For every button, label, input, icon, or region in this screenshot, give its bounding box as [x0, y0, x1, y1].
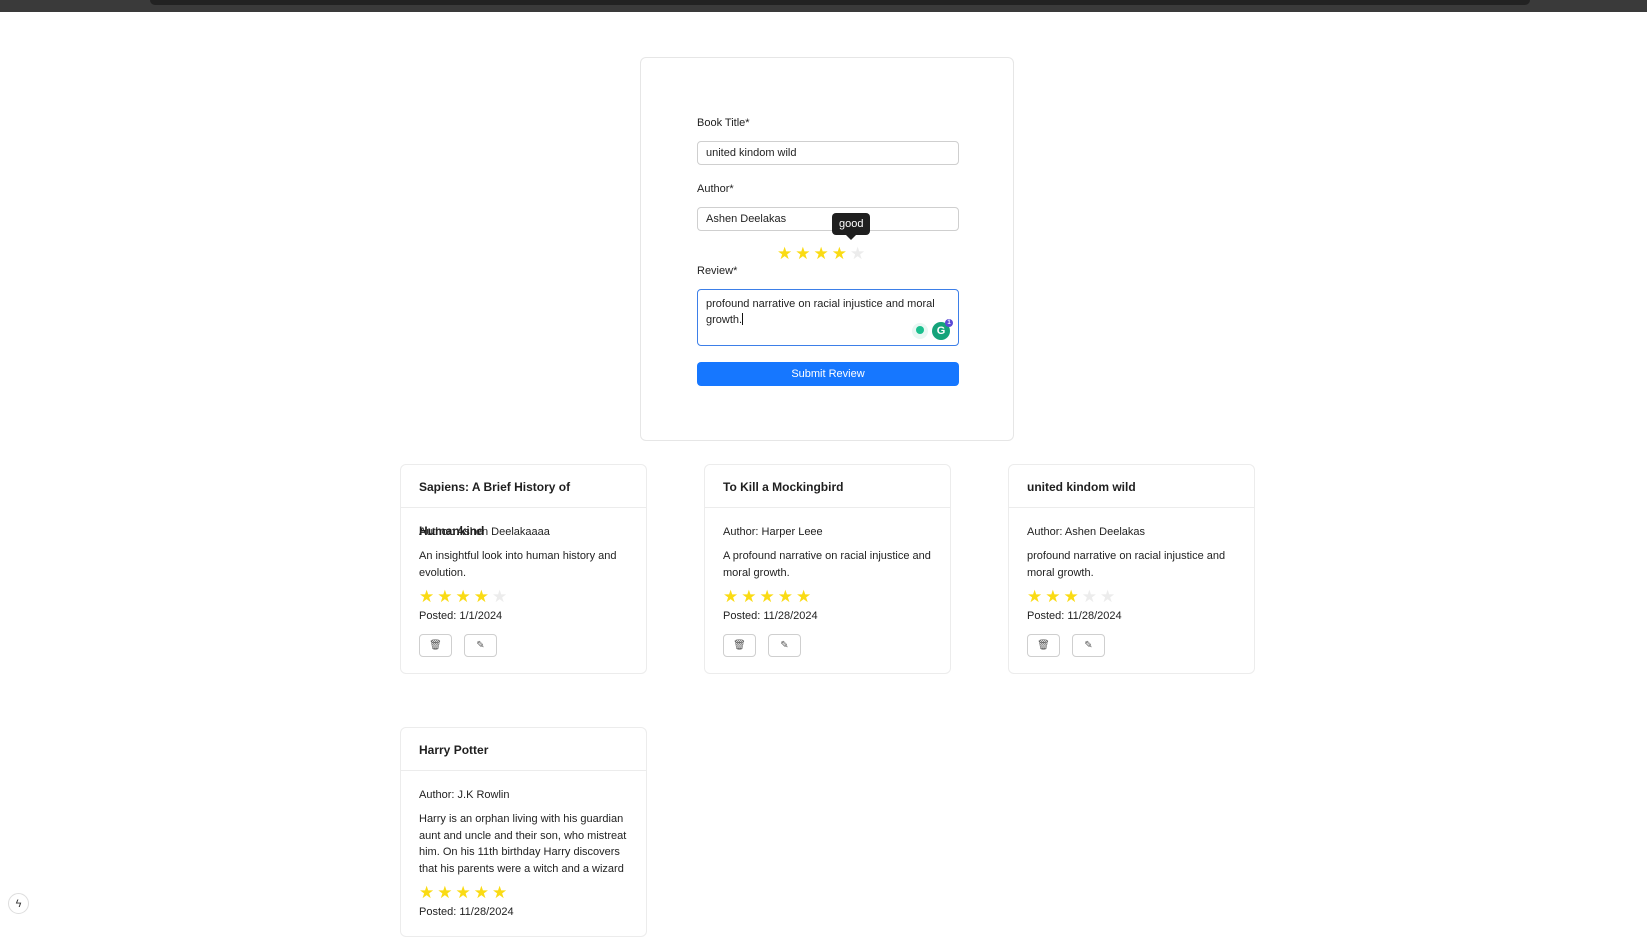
review-textarea-text: profound narrative on racial injustice a…	[706, 298, 935, 326]
star-icon: ★	[473, 587, 489, 606]
review-card-title: united kindom wild	[1009, 465, 1254, 508]
review-card-author: Author: Harper Leee	[723, 526, 823, 538]
star-icon: ★	[796, 587, 812, 606]
review-card-rating: ★ ★ ★ ★ ★	[419, 884, 628, 902]
star-icon: ★	[777, 587, 793, 606]
review-textarea[interactable]: profound narrative on racial injustice a…	[697, 289, 959, 346]
star-icon: ★	[419, 587, 435, 606]
review-card-author: Author: Ashen Deelakas	[1027, 526, 1146, 538]
star-icon: ★	[492, 587, 508, 606]
star-icon: ★	[723, 587, 739, 606]
edit-button[interactable]: ✎	[1072, 634, 1105, 657]
pencil-icon: ✎	[1084, 640, 1093, 651]
review-card-text: Harry is an orphan living with his guard…	[419, 813, 627, 875]
review-card: Harry Potter Author: J.K Rowlin Harry is…	[400, 727, 647, 937]
review-card-title: To Kill a Mockingbird	[705, 465, 950, 508]
review-card-text: A profound narrative on racial injustice…	[723, 550, 931, 579]
review-card-author: Author: J.K Rowlin	[419, 789, 510, 801]
review-card-title: Harry Potter	[401, 728, 646, 771]
trash-icon: 🗑	[733, 640, 746, 651]
star-icon: ★	[1081, 587, 1097, 606]
text-caret	[742, 313, 744, 325]
delete-button[interactable]: 🗑	[723, 634, 756, 657]
review-card-title: Sapiens: A Brief History of Humankind	[401, 465, 646, 538]
star-icon: ★	[1045, 587, 1061, 606]
grammarly-badge-icon: 1	[945, 319, 953, 327]
pencil-icon: ✎	[476, 640, 485, 651]
edit-button[interactable]: ✎	[768, 634, 801, 657]
star-icon: ★	[1027, 587, 1043, 606]
star-icon[interactable]: ★	[850, 245, 865, 263]
review-label: Review*	[697, 265, 738, 277]
star-icon: ★	[437, 587, 453, 606]
review-card-posted: Posted: 11/28/2024	[723, 610, 818, 622]
star-icon: ★	[437, 883, 453, 902]
review-card-rating: ★ ★ ★ ★ ★	[723, 588, 932, 606]
submit-review-button[interactable]: Submit Review	[697, 362, 959, 386]
star-icon[interactable]: ★	[814, 245, 829, 263]
dev-tools-logo-icon[interactable]: ϟ	[8, 893, 29, 914]
rating-tooltip: good	[832, 213, 871, 240]
star-icon: ★	[1063, 587, 1079, 606]
review-card-posted: Posted: 11/28/2024	[1027, 610, 1122, 622]
star-icon[interactable]: ★	[777, 245, 792, 263]
star-icon: ★	[455, 883, 471, 902]
book-title-label: Book Title*	[697, 117, 750, 129]
rating-input[interactable]: ★ ★ ★ ★ ★	[777, 245, 865, 263]
delete-button[interactable]: 🗑	[419, 634, 452, 657]
review-card-author: Author: Ashen Deelakaaaa	[419, 526, 550, 538]
trash-icon: 🗑	[429, 640, 442, 651]
star-icon[interactable]: ★	[832, 245, 847, 263]
star-icon: ★	[1100, 587, 1116, 606]
star-icon: ★	[455, 587, 471, 606]
star-icon[interactable]: ★	[795, 245, 810, 263]
star-icon: ★	[473, 883, 489, 902]
review-card-text: An insightful look into human history an…	[419, 550, 617, 579]
edit-button[interactable]: ✎	[464, 634, 497, 657]
grammarly-icon[interactable]: G1	[932, 319, 953, 340]
browser-top-bar	[0, 0, 1647, 12]
star-icon: ★	[419, 883, 435, 902]
review-card: To Kill a Mockingbird Author: Harper Lee…	[704, 464, 951, 674]
review-card-rating: ★ ★ ★ ★ ★	[419, 588, 628, 606]
grammar-extension-icons: G1	[912, 319, 953, 340]
review-form-card: Book Title* united kindom wild Author* A…	[640, 57, 1014, 441]
pencil-icon: ✎	[780, 640, 789, 651]
grammar-suggestion-icon[interactable]	[912, 323, 928, 339]
trash-icon: 🗑	[1037, 640, 1050, 651]
author-input[interactable]: Ashen Deelakas	[697, 207, 959, 231]
review-card: Sapiens: A Brief History of Humankind Au…	[400, 464, 647, 674]
review-card-posted: Posted: 1/1/2024	[419, 610, 503, 622]
star-icon: ★	[741, 587, 757, 606]
browser-top-bar-inner	[150, 0, 1530, 5]
delete-button[interactable]: 🗑	[1027, 634, 1060, 657]
review-card-text: profound narrative on racial injustice a…	[1027, 550, 1226, 579]
review-card-rating: ★ ★ ★ ★ ★	[1027, 588, 1236, 606]
book-title-input[interactable]: united kindom wild	[697, 141, 959, 165]
review-card-posted: Posted: 11/28/2024	[419, 906, 514, 918]
review-card: united kindom wild Author: Ashen Deelaka…	[1008, 464, 1255, 674]
star-icon: ★	[759, 587, 775, 606]
star-icon: ★	[492, 883, 508, 902]
author-label: Author*	[697, 183, 734, 195]
